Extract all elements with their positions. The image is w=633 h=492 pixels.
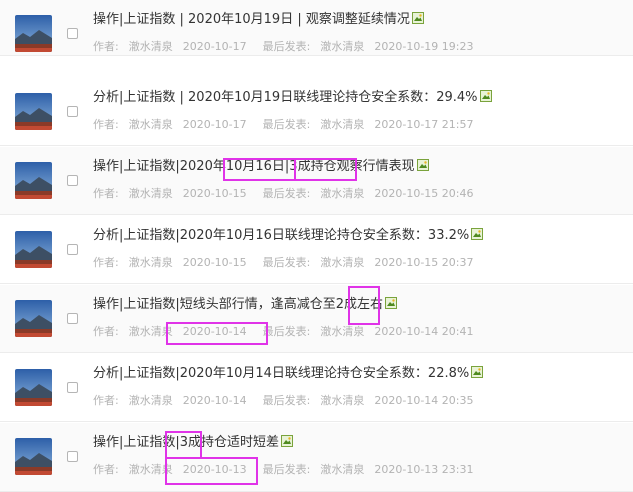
landscape-thumbnail-icon[interactable] (15, 93, 52, 130)
author-link[interactable]: 澈水清泉 (129, 118, 173, 131)
author-link[interactable]: 澈水清泉 (129, 256, 173, 269)
image-attachment-icon (281, 435, 294, 447)
last-post-author[interactable]: 澈水清泉 (320, 118, 364, 131)
last-post-time: 2020-10-14 20:41 (374, 325, 474, 338)
thread-checkbox[interactable] (67, 451, 78, 462)
thread-meta: 作者: 澈水清泉 2020-10-15 最后发表: 澈水清泉 2020-10-15 20:… (93, 187, 474, 201)
thread-meta: 作者: 澈水清泉 2020-10-15 最后发表: 澈水清泉 2020-10-15 20:… (93, 256, 474, 270)
thread-title-line: 分析|上证指数|2020年10月14日联线理论持仓安全系数：22.8% (93, 365, 484, 383)
highlight-box (348, 286, 380, 325)
thread-title-link[interactable]: 操作|上证指数|短线头部行情，逢高减仓至2成左右 (93, 297, 383, 312)
last-post-author[interactable]: 澈水清泉 (320, 463, 364, 476)
last-post-time: 2020-10-17 21:57 (374, 118, 474, 131)
last-post-label: 最后发表: (262, 187, 311, 200)
author-link[interactable]: 澈水清泉 (129, 40, 173, 53)
thread-list: 操作|上证指数 | 2020年10月19日 | 观察调整延续情况 作者: 澈水清泉… (0, 0, 633, 492)
landscape-thumbnail-icon[interactable] (15, 438, 52, 475)
last-post-label: 最后发表: (262, 118, 311, 131)
last-post-time: 2020-10-13 23:31 (374, 463, 474, 476)
landscape-thumbnail-icon[interactable] (15, 162, 52, 199)
image-attachment-icon (471, 228, 484, 240)
last-post-label: 最后发表: (262, 394, 311, 407)
author-label: 作者: (93, 325, 119, 338)
post-date: 2020-10-14 (182, 394, 247, 407)
thread-row: 操作|上证指数|短线头部行情，逢高减仓至2成左右 作者: 澈水清泉 2020-10-… (0, 285, 633, 353)
thread-row: 操作|上证指数|3成持仓适时短差 作者: 澈水清泉 2020-10-13 最后发表: 澈… (0, 423, 633, 492)
image-attachment-icon (385, 297, 398, 309)
thread-row: 分析|上证指数|2020年10月14日联线理论持仓安全系数：22.8% 作者: 澈… (0, 354, 633, 422)
thread-title-link[interactable]: 分析|上证指数 | 2020年10月19日联线理论持仓安全系数：29.4% (93, 90, 478, 105)
last-post-label: 最后发表: (262, 325, 311, 338)
image-attachment-icon (479, 90, 492, 102)
highlight-box (165, 457, 258, 485)
thread-checkbox[interactable] (67, 313, 78, 324)
last-post-author[interactable]: 澈水清泉 (320, 256, 364, 269)
thread-row: 分析|上证指数|2020年10月16日联线理论持仓安全系数：33.2% 作者: 澈… (0, 216, 633, 284)
thread-row: 分析|上证指数 | 2020年10月19日联线理论持仓安全系数：29.4% 作者… (0, 78, 633, 146)
highlight-box (166, 322, 268, 345)
last-post-author[interactable]: 澈水清泉 (320, 325, 364, 338)
author-label: 作者: (93, 463, 119, 476)
last-post-time: 2020-10-15 20:37 (374, 256, 474, 269)
post-date: 2020-10-17 (182, 40, 247, 53)
thread-title-line: 操作|上证指数 | 2020年10月19日 | 观察调整延续情况 (93, 11, 424, 29)
author-label: 作者: (93, 118, 119, 131)
author-link[interactable]: 澈水清泉 (129, 187, 173, 200)
last-post-time: 2020-10-19 19:23 (374, 40, 474, 53)
landscape-thumbnail-icon[interactable] (15, 15, 52, 52)
thread-meta: 作者: 澈水清泉 2020-10-14 最后发表: 澈水清泉 2020-10-14 20:… (93, 394, 474, 408)
last-post-author[interactable]: 澈水清泉 (320, 187, 364, 200)
last-post-time: 2020-10-14 20:35 (374, 394, 474, 407)
thread-checkbox[interactable] (67, 382, 78, 393)
post-date: 2020-10-15 (182, 256, 247, 269)
thread-checkbox[interactable] (67, 175, 78, 186)
thread-title-link[interactable]: 分析|上证指数|2020年10月14日联线理论持仓安全系数：22.8% (93, 366, 469, 381)
post-date: 2020-10-15 (182, 187, 247, 200)
last-post-label: 最后发表: (262, 256, 311, 269)
author-link[interactable]: 澈水清泉 (129, 394, 173, 407)
thread-meta: 作者: 澈水清泉 2020-10-17 最后发表: 澈水清泉 2020-10-19 19:… (93, 40, 474, 54)
thread-checkbox[interactable] (67, 106, 78, 117)
post-date: 2020-10-17 (182, 118, 247, 131)
thread-checkbox[interactable] (67, 244, 78, 255)
thread-title-line: 分析|上证指数 | 2020年10月19日联线理论持仓安全系数：29.4% (93, 89, 492, 107)
thread-title-link[interactable]: 操作|上证指数 | 2020年10月19日 | 观察调整延续情况 (93, 12, 410, 27)
last-post-author[interactable]: 澈水清泉 (320, 394, 364, 407)
thread-meta: 作者: 澈水清泉 2020-10-17 最后发表: 澈水清泉 2020-10-17 21:… (93, 118, 474, 132)
thread-title-line: 分析|上证指数|2020年10月16日联线理论持仓安全系数：33.2% (93, 227, 484, 245)
author-label: 作者: (93, 40, 119, 53)
landscape-thumbnail-icon[interactable] (15, 369, 52, 406)
thread-meta: 作者: 澈水清泉 2020-10-13 最后发表: 澈水清泉 2020-10-13 23:… (93, 463, 474, 477)
highlight-box (223, 158, 296, 181)
last-post-time: 2020-10-15 20:46 (374, 187, 474, 200)
landscape-thumbnail-icon[interactable] (15, 300, 52, 337)
author-label: 作者: (93, 256, 119, 269)
thread-row: 操作|上证指数 | 2020年10月19日 | 观察调整延续情况 作者: 澈水清泉… (0, 0, 633, 56)
author-label: 作者: (93, 187, 119, 200)
highlight-box (165, 431, 202, 459)
thread-meta: 作者: 澈水清泉 2020-10-14 最后发表: 澈水清泉 2020-10-14 20:… (93, 325, 474, 339)
image-attachment-icon (471, 366, 484, 378)
author-label: 作者: (93, 394, 119, 407)
highlight-box (294, 158, 357, 181)
thread-checkbox[interactable] (67, 28, 78, 39)
last-post-label: 最后发表: (262, 40, 311, 53)
landscape-thumbnail-icon[interactable] (15, 231, 52, 268)
image-attachment-icon (416, 159, 429, 171)
last-post-label: 最后发表: (262, 463, 311, 476)
last-post-author[interactable]: 澈水清泉 (320, 40, 364, 53)
thread-title-link[interactable]: 分析|上证指数|2020年10月16日联线理论持仓安全系数：33.2% (93, 228, 469, 243)
image-attachment-icon (411, 12, 424, 24)
